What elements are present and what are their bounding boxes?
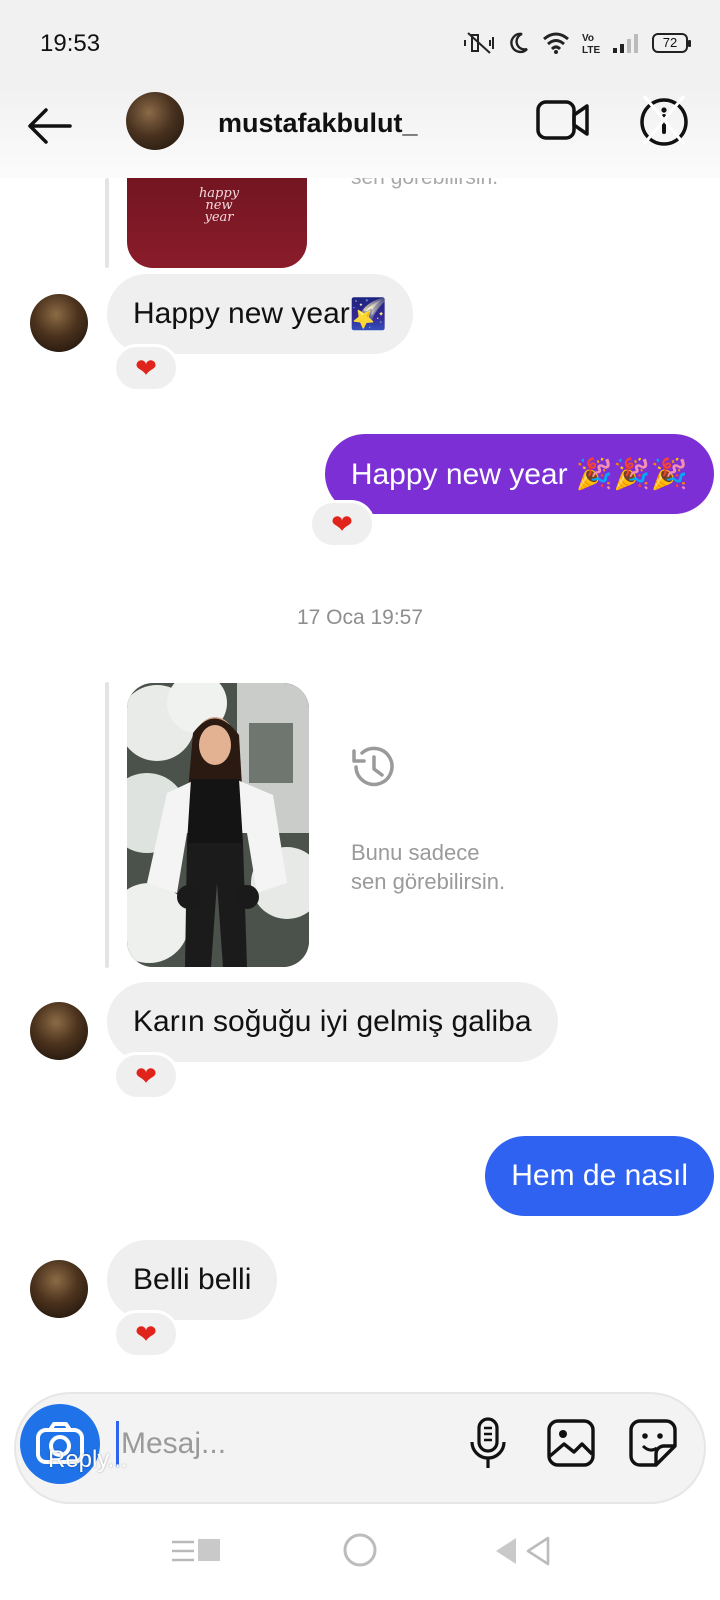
shooting-star-emoji: 🌠 bbox=[349, 297, 388, 331]
username[interactable]: mustafakbulut_ bbox=[218, 108, 418, 139]
heart-reaction[interactable]: ❤ bbox=[309, 500, 375, 548]
svg-text:Vo: Vo bbox=[582, 33, 594, 44]
avatar[interactable] bbox=[30, 1260, 88, 1318]
wifi-icon bbox=[543, 32, 569, 54]
chat-header: mustafakbulut_ bbox=[0, 88, 720, 178]
message-text: Karın soğuğu iyi gelmiş galiba bbox=[133, 1005, 532, 1038]
story-photo-image bbox=[127, 683, 309, 967]
system-nav-bar bbox=[0, 1508, 720, 1600]
video-camera-icon[interactable] bbox=[536, 98, 590, 142]
heart-reaction[interactable]: ❤ bbox=[113, 344, 179, 392]
heart-reaction[interactable]: ❤ bbox=[113, 1310, 179, 1358]
moon-icon bbox=[510, 32, 528, 54]
story-note-line1: Bunu sadece bbox=[351, 840, 480, 865]
signal-icon bbox=[613, 34, 638, 53]
story-photo[interactable] bbox=[127, 683, 309, 967]
mute-icon bbox=[464, 32, 494, 54]
heart-reaction[interactable]: ❤ bbox=[113, 1052, 179, 1100]
message-bubble[interactable]: Happy new year 🎉🎉🎉 bbox=[324, 434, 714, 514]
microphone-icon[interactable] bbox=[468, 1416, 508, 1472]
history-clock-icon bbox=[352, 746, 394, 787]
story-reply-note: sen görebilirsin. bbox=[351, 178, 498, 190]
story-note-line2: sen görebilirsin. bbox=[351, 869, 506, 894]
heart-icon: ❤ bbox=[135, 1060, 157, 1091]
heart-icon: ❤ bbox=[331, 508, 353, 539]
reply-hint: Reply... bbox=[48, 1446, 128, 1473]
story-card-text: happy new year bbox=[198, 186, 240, 225]
message-text: Happy new year 🎉🎉🎉 bbox=[350, 457, 688, 491]
back-triangle-icon[interactable] bbox=[492, 1534, 554, 1568]
back-arrow-icon[interactable] bbox=[22, 100, 78, 152]
timestamp: 17 Oca 19:57 bbox=[296, 606, 424, 629]
story-visibility-note: Bunu sadece sen görebilirsin. bbox=[351, 838, 505, 896]
story-reply-border bbox=[105, 682, 109, 968]
gallery-icon[interactable] bbox=[546, 1418, 596, 1468]
story-reply-border bbox=[105, 178, 109, 268]
message-input[interactable] bbox=[116, 1421, 446, 1467]
sticker-icon[interactable] bbox=[628, 1418, 678, 1468]
message-bubble[interactable]: Karın soğuğu iyi gelmiş galiba bbox=[107, 982, 558, 1062]
story-thumbnail[interactable]: happy new year bbox=[127, 178, 307, 268]
home-circle-icon[interactable] bbox=[340, 1530, 380, 1570]
heart-icon: ❤ bbox=[135, 1318, 157, 1349]
message-text: Happy new year bbox=[133, 297, 350, 330]
message-bubble[interactable]: Hem de nasıl bbox=[485, 1136, 714, 1216]
info-icon[interactable] bbox=[636, 92, 692, 148]
message-text: Hem de nasıl bbox=[511, 1159, 688, 1192]
message-bubble[interactable]: Belli belli bbox=[107, 1240, 278, 1320]
message-list[interactable]: happy new year sen görebilirsin. Happy n… bbox=[0, 178, 720, 1388]
menu-icon[interactable] bbox=[170, 1536, 226, 1566]
battery-icon: 72 bbox=[652, 33, 691, 53]
svg-text:LTE: LTE bbox=[582, 45, 600, 55]
avatar[interactable] bbox=[30, 294, 88, 352]
avatar[interactable] bbox=[30, 1002, 88, 1060]
status-icons: Vo LTE 72 bbox=[462, 28, 691, 58]
avatar[interactable] bbox=[126, 92, 184, 150]
message-bubble[interactable]: Happy new year 🌠 bbox=[107, 274, 414, 354]
status-time: 19:53 bbox=[40, 30, 101, 57]
volte-icon: Vo LTE bbox=[582, 33, 600, 55]
message-text: Belli belli bbox=[133, 1263, 252, 1296]
status-bar: 19:53 Vo LTE 72 bbox=[0, 0, 720, 88]
heart-icon: ❤ bbox=[135, 352, 157, 383]
